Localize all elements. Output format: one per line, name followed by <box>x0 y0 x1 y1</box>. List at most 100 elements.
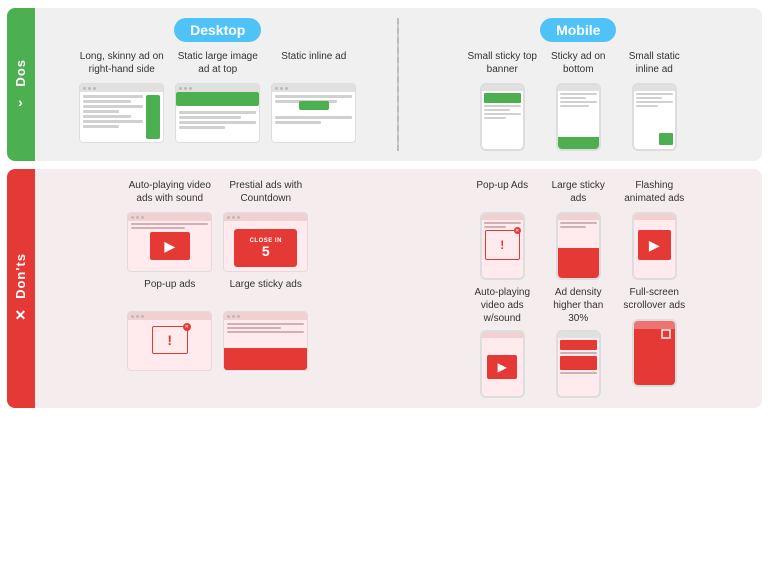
mobile-flashing-ad: ▶ <box>638 230 671 260</box>
donts-label-text: Don'ts <box>13 253 28 299</box>
dos-mobile-mockup-3 <box>632 83 677 151</box>
donts-mobile-section: Pop-up Ads ! ✕ <box>403 179 754 398</box>
dos-desktop-item-3: Static inline ad <box>269 50 359 143</box>
donts-desktop-popup-mockup: ! ✕ <box>127 311 212 371</box>
mobile-body-1 <box>482 91 523 149</box>
right-ad-block <box>146 95 160 139</box>
center-ad-block <box>299 101 329 110</box>
dos-content: Desktop Long, skinny ad on right-hand si… <box>35 8 762 161</box>
donts-desktop-sticky-label: Large sticky ads <box>230 278 302 306</box>
popup-x-btn: ✕ <box>183 323 191 331</box>
dos-mobile-mockup-2 <box>556 83 601 151</box>
donts-content: Auto-playing video ads with sound <box>35 169 762 408</box>
dos-label-text: Dos <box>13 59 28 87</box>
desktop-large-sticky-ad <box>224 348 307 370</box>
dos-mobile-section: Mobile Small sticky top banner <box>403 18 754 151</box>
donts-mobile-density-mockup <box>556 330 601 398</box>
closein-number: 5 <box>262 244 270 258</box>
browser-bar-dont-1 <box>128 213 211 221</box>
dos-desktop-items: Long, skinny ad on right-hand side <box>43 50 394 143</box>
browser-bar-dont-3 <box>128 312 211 320</box>
dos-mobile-label-2: Sticky ad on bottom <box>543 50 613 78</box>
mobile-inline-ad <box>659 133 673 145</box>
flashing-play-icon: ▶ <box>649 237 660 254</box>
dos-mobile-header: Mobile <box>403 18 754 42</box>
donts-mobile-fullscreen: Full-screen scrollover ads <box>619 286 689 398</box>
alert-icon: ! <box>167 332 172 348</box>
donts-desktop-prestial: Prestial ads with Countdown CLOSE IN 5 <box>221 179 311 272</box>
dos-mobile-label-1: Small sticky top banner <box>467 50 537 78</box>
top-ad-block <box>176 92 259 106</box>
mobile-body-2 <box>558 91 599 149</box>
donts-mobile-popup: Pop-up Ads ! ✕ <box>467 179 537 280</box>
donts-icon: ✕ <box>15 307 27 324</box>
dos-mobile-mockup-1 <box>480 83 525 151</box>
dos-mobile-items: Small sticky top banner <box>403 50 754 151</box>
donts-section: Don'ts ✕ Auto-playing video ads with sou… <box>7 169 762 408</box>
donts-mobile-popup-mockup: ! ✕ <box>480 212 525 280</box>
mobile-badge: Mobile <box>540 18 616 42</box>
donts-mobile-flashing-label: Flashing animated ads <box>619 179 689 207</box>
donts-mobile-row2: Auto-playing video ads w/sound ▶ <box>403 286 754 398</box>
density-ad-1 <box>560 340 597 350</box>
section-divider <box>397 18 399 151</box>
browser-bar-dont-2 <box>224 213 307 221</box>
donts-desktop-row1: Auto-playing video ads with sound <box>43 179 394 272</box>
browser-bar <box>80 84 163 92</box>
dos-desktop-header: Desktop <box>43 18 394 42</box>
mobile-video-icon: ▶ <box>498 360 507 374</box>
dont-body-1: ▶ <box>128 221 211 271</box>
dos-desktop-item-1: Long, skinny ad on right-hand side <box>77 50 167 143</box>
mobile-video-ad: ▶ <box>487 355 517 379</box>
donts-mobile-density: Ad density higher than 30% <box>543 286 613 398</box>
donts-desktop-row2: Pop-up ads ! ✕ <box>43 278 394 371</box>
donts-mobile-fullscreen-label: Full-screen scrollover ads <box>619 286 689 314</box>
play-icon: ▶ <box>164 238 175 255</box>
closein-overlay: CLOSE IN 5 <box>234 229 297 267</box>
donts-mobile-flashing-mockup: ▶ <box>632 212 677 280</box>
dot1 <box>83 87 86 90</box>
dos-mobile-label-3: Small static inline ad <box>619 50 689 78</box>
donts-desktop-popup: Pop-up ads ! ✕ <box>125 278 215 371</box>
dos-desktop-label-2: Static large image ad at top <box>173 50 263 78</box>
donts-mobile-autovideo-label: Auto-playing video ads w/sound <box>467 286 537 325</box>
donts-mobile-density-label: Ad density higher than 30% <box>543 286 613 325</box>
donts-label-tab: Don'ts ✕ <box>7 169 35 408</box>
donts-desktop-video-label: Auto-playing video ads with sound <box>125 179 215 207</box>
dos-mobile-item-2: Sticky ad on bottom <box>543 50 613 151</box>
mobile-top-ad <box>484 93 521 103</box>
dot2 <box>88 87 91 90</box>
dos-desktop-item-2: Static large image ad at top <box>173 50 263 143</box>
donts-desktop-video: Auto-playing video ads with sound <box>125 179 215 272</box>
dot3 <box>93 87 96 90</box>
dos-desktop-label-1: Long, skinny ad on right-hand side <box>77 50 167 78</box>
donts-desktop-sticky-mockup <box>223 311 308 371</box>
mobile-popup-icon: ! <box>500 238 504 252</box>
main-container: Dos › Desktop Long, skinny ad on right-h… <box>7 8 762 563</box>
browser-bar-2 <box>176 84 259 92</box>
browser-body-2 <box>176 92 259 142</box>
content-lines <box>83 95 143 139</box>
donts-desktop-popup-label: Pop-up ads <box>144 278 195 306</box>
browser-body-1 <box>80 92 163 142</box>
fullscreen-corner-icon <box>661 329 671 339</box>
donts-mobile-sticky: Large sticky ads <box>543 179 613 280</box>
desktop-popup-alert: ! ✕ <box>152 326 188 354</box>
dos-mobile-item-1: Small sticky top banner <box>467 50 537 151</box>
donts-desktop-prestial-mockup: CLOSE IN 5 <box>223 212 308 272</box>
desktop-badge: Desktop <box>174 18 261 42</box>
donts-desktop-sticky: Large sticky ads <box>221 278 311 371</box>
dos-desktop-section: Desktop Long, skinny ad on right-hand si… <box>43 18 394 151</box>
mobile-popup-ad: ! ✕ <box>485 230 520 260</box>
dos-desktop-browser-1 <box>79 83 164 143</box>
donts-mobile-autovideo: Auto-playing video ads w/sound ▶ <box>467 286 537 398</box>
content-lines-2 <box>179 111 256 139</box>
donts-desktop-prestial-label: Prestial ads with Countdown <box>221 179 311 207</box>
donts-desktop-video-mockup: ▶ <box>127 212 212 272</box>
dont-body-2: CLOSE IN 5 <box>224 221 307 271</box>
mobile-body-3 <box>634 91 675 149</box>
dos-desktop-browser-2 <box>175 83 260 143</box>
dos-section: Dos › Desktop Long, skinny ad on right-h… <box>7 8 762 161</box>
donts-mobile-fullscreen-mockup <box>632 319 677 387</box>
donts-mobile-autovideo-mockup: ▶ <box>480 330 525 398</box>
